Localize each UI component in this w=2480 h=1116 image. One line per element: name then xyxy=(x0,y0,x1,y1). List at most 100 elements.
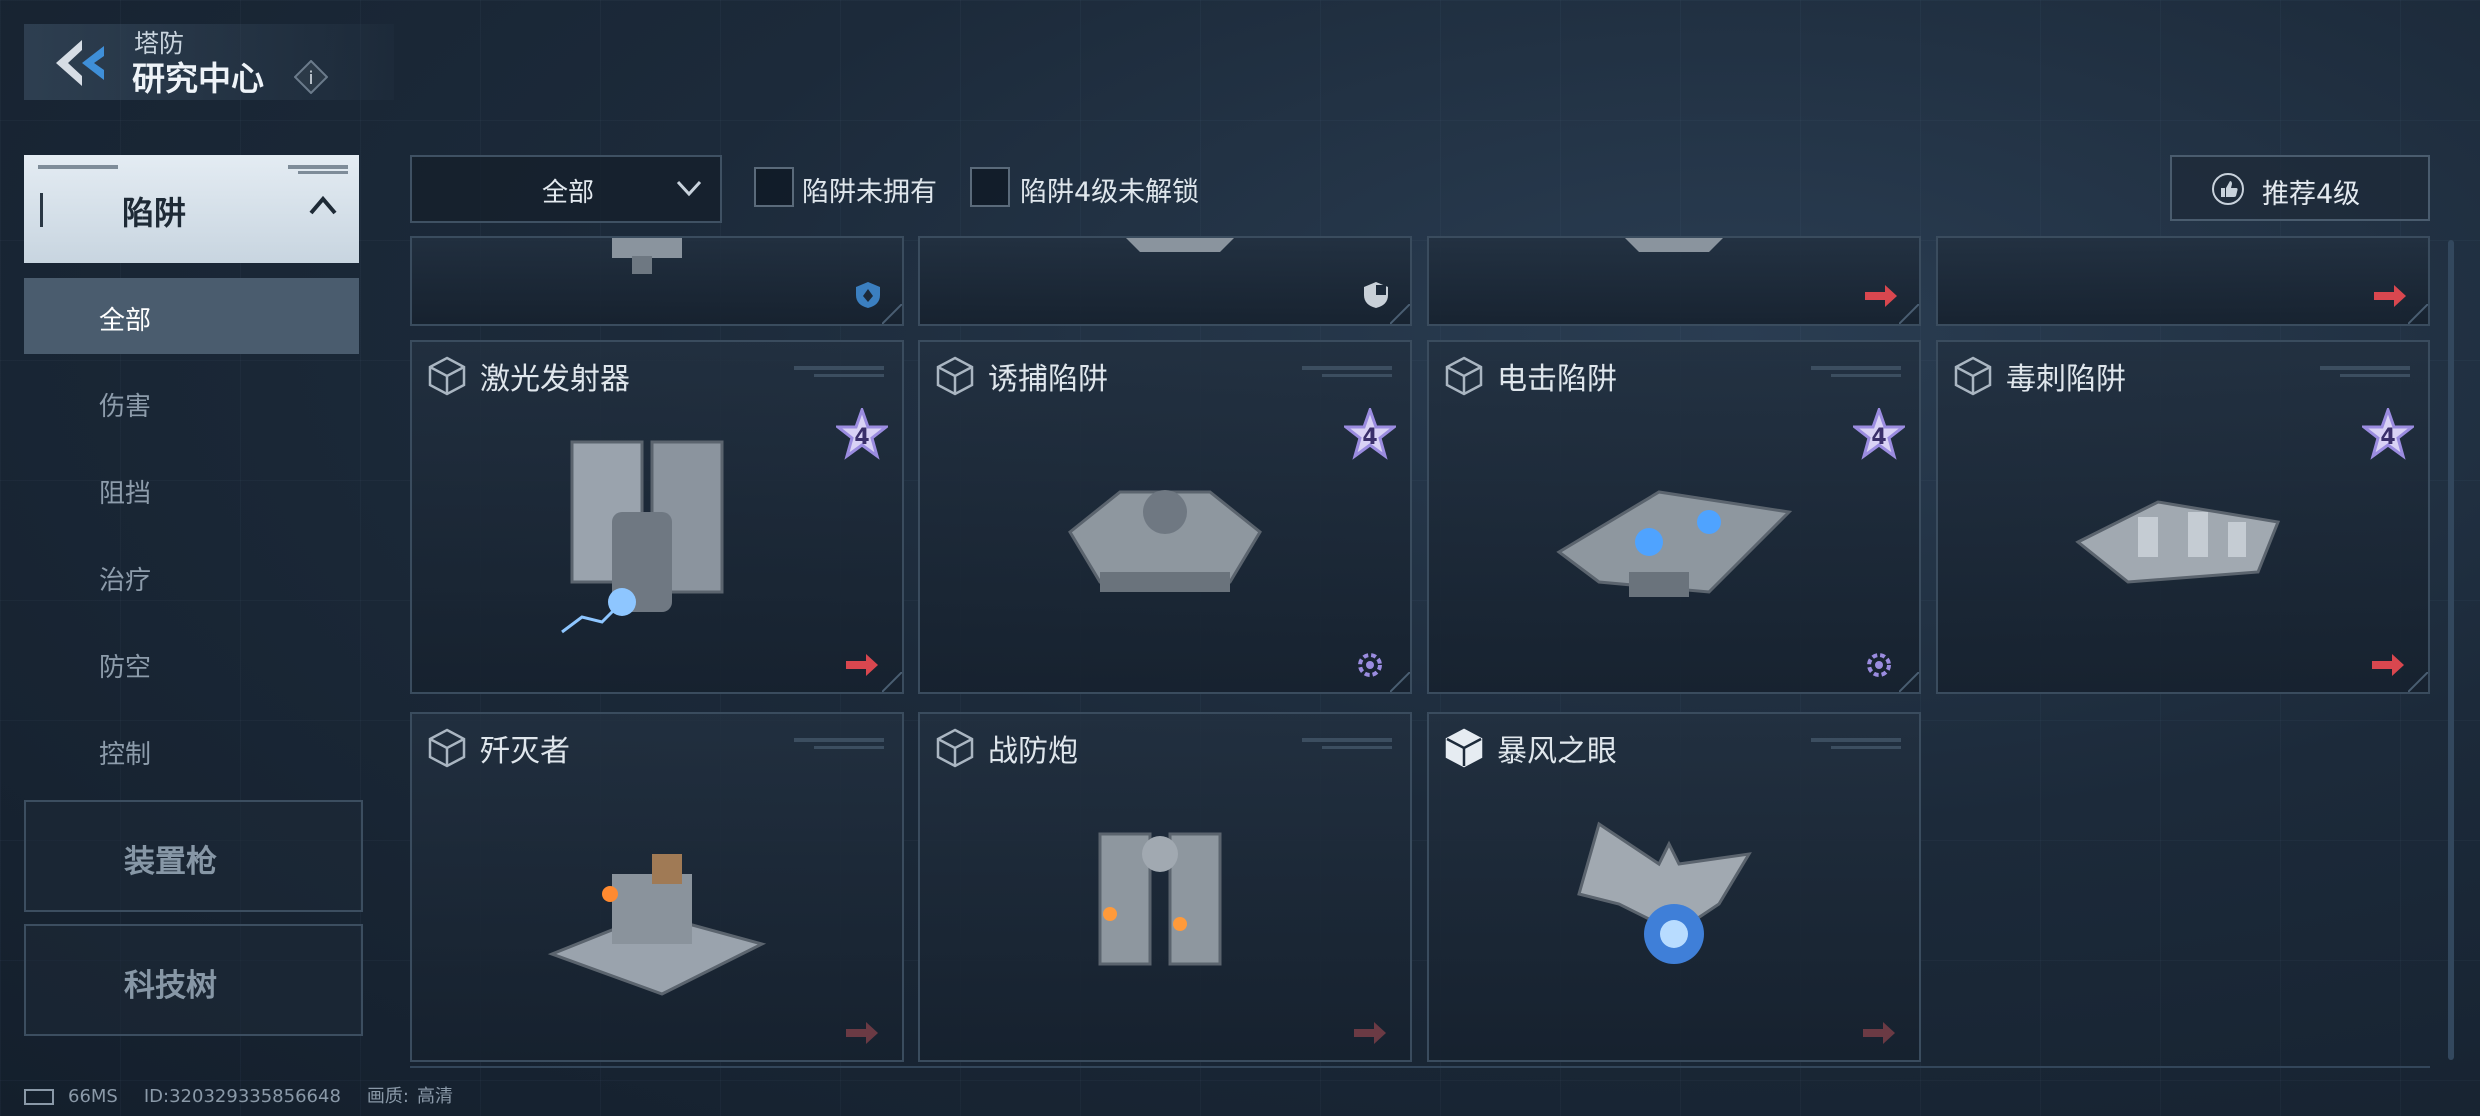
subcategory-control[interactable]: 控制 xyxy=(24,712,359,788)
checkbox-level4-locked-label: 陷阱4级未解锁 xyxy=(1020,177,1200,208)
chevron-down-icon xyxy=(676,180,702,197)
trap-card-laser-emitter[interactable]: 激光发射器 4 xyxy=(410,340,904,694)
category-marker xyxy=(40,193,43,227)
checkbox-level4-locked[interactable] xyxy=(970,167,1010,207)
category-label: 科技树 xyxy=(124,968,217,1004)
trap-name: 战防炮 xyxy=(988,734,1078,769)
gear-icon xyxy=(1867,653,1891,677)
trap-model xyxy=(1126,238,1234,252)
quality-value: 高清 xyxy=(416,1086,453,1107)
corner-deco xyxy=(1899,672,1919,692)
recommend-label: 推荐4级 xyxy=(2262,179,2361,210)
scrollbar[interactable] xyxy=(2448,240,2454,1060)
cube-icon xyxy=(1445,356,1483,396)
trap-card-partial[interactable] xyxy=(1936,236,2430,326)
subcategory-damage[interactable]: 伤害 xyxy=(24,364,359,440)
trap-card-anti-tank-gun[interactable]: 战防炮 xyxy=(918,712,1412,1062)
trap-name: 毒刺陷阱 xyxy=(2006,362,2126,397)
subcategory-label: 全部 xyxy=(99,306,152,336)
arrow-icon xyxy=(1865,285,1897,307)
star-level-icon: 4 xyxy=(1853,408,1905,460)
deco-text-strip xyxy=(794,366,884,377)
cube-icon xyxy=(936,356,974,396)
trap-card-storm-eye[interactable]: 暴风之眼 xyxy=(1427,712,1921,1062)
divider xyxy=(410,1066,2430,1068)
svg-text:4: 4 xyxy=(854,425,869,450)
arrow-icon xyxy=(1863,1022,1895,1044)
ping-text: 66MS xyxy=(68,1086,118,1107)
trap-card-partial[interactable] xyxy=(918,236,1412,326)
svg-text:4: 4 xyxy=(1871,425,1886,450)
category-label: 陷阱 xyxy=(122,194,187,232)
category-device-gun[interactable]: 装置枪 xyxy=(24,800,363,912)
header: 塔防 研究中心 i xyxy=(24,24,394,100)
trap-name: 歼灭者 xyxy=(480,734,570,769)
corner-deco xyxy=(2408,672,2428,692)
subcategory-label: 阻挡 xyxy=(99,479,152,509)
corner-deco xyxy=(1899,304,1919,324)
chevron-up-icon[interactable] xyxy=(309,195,337,215)
trap-card-snare-trap[interactable]: 诱捕陷阱 4 xyxy=(918,340,1412,694)
corner-deco xyxy=(882,304,902,324)
annihilator-model xyxy=(547,854,767,996)
storm-eye-model xyxy=(1577,821,1752,964)
subcategory-label: 防空 xyxy=(99,653,152,683)
player-id: ID:320329335856648 xyxy=(143,1086,341,1107)
corner-deco xyxy=(2408,304,2428,324)
anti-tank-gun-model xyxy=(1098,832,1222,966)
page-title: 研究中心 xyxy=(132,59,264,98)
corner-deco xyxy=(1390,672,1410,692)
svg-text:4: 4 xyxy=(2380,425,2395,450)
trap-model xyxy=(612,238,682,274)
trap-card-shock-trap[interactable]: 电击陷阱 4 xyxy=(1427,340,1921,694)
deco-text-strip xyxy=(38,165,348,174)
checkbox-not-owned[interactable] xyxy=(754,167,794,207)
subcategory-antiair[interactable]: 防空 xyxy=(24,625,359,701)
corner-deco xyxy=(1390,304,1410,324)
back-arrow-icon[interactable] xyxy=(52,38,108,88)
cube-icon xyxy=(936,728,974,768)
deco-text-strip xyxy=(2320,366,2410,377)
arrow-icon xyxy=(2372,654,2404,676)
arrow-icon xyxy=(846,1022,878,1044)
category-traps[interactable]: 陷阱 xyxy=(24,155,359,263)
star-level-icon: 4 xyxy=(2362,408,2414,460)
shield-icon xyxy=(1364,282,1388,308)
subcategory-label: 治疗 xyxy=(99,566,152,596)
quality-label: 画质: xyxy=(366,1086,409,1107)
star-level-icon: 4 xyxy=(836,408,888,460)
cube-icon xyxy=(428,356,466,396)
laser-emitter-model xyxy=(561,440,724,634)
checkbox-not-owned-label: 陷阱未拥有 xyxy=(802,177,937,208)
category-tech-tree[interactable]: 科技树 xyxy=(24,924,363,1036)
status-bar: 66MS ID:320329335856648 画质: 高清 xyxy=(24,1082,479,1108)
info-icon[interactable]: i xyxy=(294,60,328,94)
subcategory-label: 伤害 xyxy=(99,392,152,422)
trap-card-poison-spike-trap[interactable]: 毒刺陷阱 4 xyxy=(1936,340,2430,694)
deco-text-strip xyxy=(794,738,884,749)
cube-icon xyxy=(1445,728,1483,768)
category-label: 装置枪 xyxy=(124,844,217,880)
trap-model xyxy=(1625,238,1723,252)
snare-trap-model xyxy=(1068,490,1262,592)
trap-name: 诱捕陷阱 xyxy=(988,362,1108,397)
svg-text:4: 4 xyxy=(1362,425,1377,450)
trap-card-partial[interactable] xyxy=(410,236,904,326)
subcategory-heal[interactable]: 治疗 xyxy=(24,538,359,614)
cube-icon xyxy=(1954,356,1992,396)
trap-card-annihilator[interactable]: 歼灭者 xyxy=(410,712,904,1062)
filter-dropdown[interactable]: 全部 xyxy=(410,155,722,223)
trap-card-partial[interactable] xyxy=(1427,236,1921,326)
deco-text-strip xyxy=(1302,738,1392,749)
trap-name: 暴风之眼 xyxy=(1497,734,1617,769)
recommend-level4-button[interactable]: 推荐4级 xyxy=(2170,155,2430,221)
cube-icon xyxy=(428,728,466,768)
shield-icon xyxy=(856,282,880,308)
star-level-icon: 4 xyxy=(1344,408,1396,460)
dropdown-value: 全部 xyxy=(542,178,595,208)
deco-text-strip xyxy=(1811,738,1901,749)
subcategory-all[interactable]: 全部 xyxy=(24,278,359,354)
gear-icon xyxy=(1358,653,1382,677)
subcategory-block[interactable]: 阻挡 xyxy=(24,451,359,527)
arrow-icon xyxy=(1354,1022,1386,1044)
